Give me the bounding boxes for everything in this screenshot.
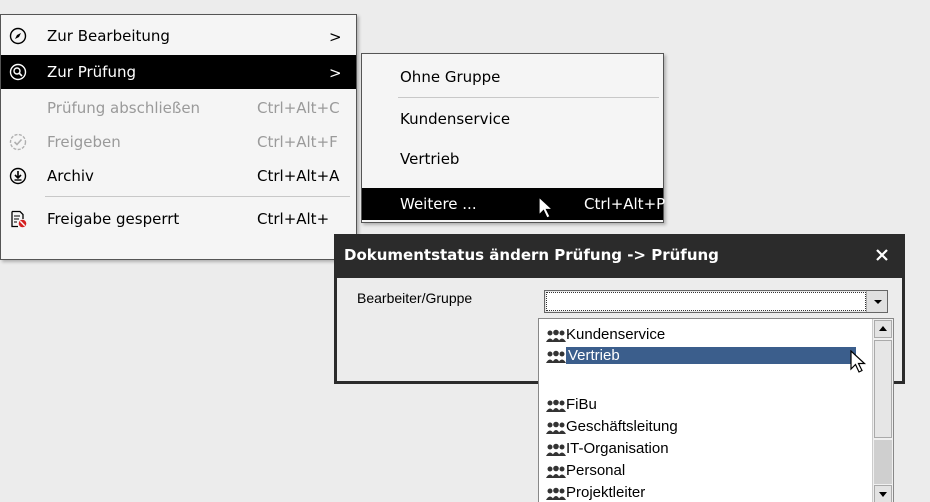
submenu-separator [398,97,659,98]
mouse-pointer-icon [850,350,867,373]
list-item[interactable]: Geschäftsleitung [541,417,871,438]
menu-item-freigeben[interactable]: Freigeben Ctrl+Alt+F [1,125,356,159]
submenu-item-kundenservice[interactable]: Kundenservice [362,103,663,135]
list-item-label: IT-Organisation [566,440,669,457]
list-item-label: Geschäftsleitung [566,418,678,435]
dropdown-scrollbar[interactable] [872,319,893,502]
chevron-down-icon[interactable] [866,291,887,312]
group-icon [546,421,566,434]
group-icon [546,329,566,342]
menu-item-label: Zur Bearbeitung [47,27,170,45]
group-icon [546,465,566,478]
submenu-item-label: Ohne Gruppe [400,68,501,86]
menu-item-freigabe-gesperrt[interactable]: Freigabe gesperrt Ctrl+Alt+ [1,202,356,236]
bearbeiter-gruppe-combobox[interactable] [544,290,888,313]
close-icon[interactable] [870,243,894,267]
menu-item-label: Freigabe gesperrt [47,210,180,228]
group-icon [546,487,566,500]
list-item[interactable]: Personal [541,461,871,482]
mouse-pointer-icon [538,196,555,219]
menu-item-zur-bearbeitung[interactable]: Zur Bearbeitung > [1,19,356,53]
field-label-bearbeiter-gruppe: Bearbeiter/Gruppe [357,290,473,306]
list-item-label: Projektleiter [566,484,646,501]
combobox-value[interactable] [546,292,866,311]
list-item-label: Personal [566,462,626,479]
list-item[interactable]: IT-Organisation [541,439,871,460]
context-menu: Zur Bearbeitung > Zur Prüfung > Prüfung … [0,14,357,260]
locked-document-icon [11,210,27,228]
menu-item-shortcut: Ctrl+Alt+F [257,133,338,151]
submenu-item-shortcut: Ctrl+Alt+P [584,195,666,213]
compass-icon [9,27,27,45]
scrollbar-track[interactable] [874,440,892,484]
group-icon [546,350,566,363]
group-icon [546,443,566,456]
submenu-zur-pruefung: Ohne Gruppe Kundenservice Vertrieb Weite… [361,53,666,223]
submenu-item-ohne-gruppe[interactable]: Ohne Gruppe [362,61,663,93]
dialog-titlebar: Dokumentstatus ändern Prüfung -> Prüfung [334,234,905,278]
review-icon [9,63,27,81]
scroll-down-arrow-icon[interactable] [874,485,892,502]
dialog-title: Dokumentstatus ändern Prüfung -> Prüfung [344,246,719,264]
chevron-right-icon: > [329,64,342,82]
submenu-item-weitere[interactable]: Weitere ... Ctrl+Alt+P [362,188,666,220]
archive-icon [9,167,27,185]
scroll-up-arrow-icon[interactable] [874,320,892,338]
list-item-empty[interactable] [541,367,871,388]
menu-item-label: Freigeben [47,133,121,151]
list-item[interactable]: Kundenservice [541,325,871,346]
list-item-label: FiBu [566,396,597,413]
menu-item-label: Archiv [47,167,94,185]
group-dropdown-list: Kundenservice Vertrieb FiBu Geschäftslei… [538,318,894,502]
list-item-label: Kundenservice [566,326,666,343]
menu-separator [45,196,350,197]
submenu-item-label: Weitere ... [400,195,477,213]
menu-item-label: Zur Prüfung [47,63,136,81]
chevron-right-icon: > [329,28,342,46]
submenu-item-vertrieb[interactable]: Vertrieb [362,143,663,175]
menu-item-archiv[interactable]: Archiv Ctrl+Alt+A [1,159,356,193]
menu-item-shortcut: Ctrl+Alt+A [257,167,340,185]
menu-item-zur-pruefung[interactable]: Zur Prüfung > [1,55,356,89]
list-item-label: Vertrieb [566,347,856,364]
approve-check-icon [9,133,27,151]
group-icon [546,399,566,412]
menu-item-label: Prüfung abschließen [47,99,201,117]
list-item-selected[interactable]: Vertrieb [541,346,871,367]
menu-item-shortcut: Ctrl+Alt+ [257,210,330,228]
menu-item-pruefung-abschliessen[interactable]: Prüfung abschließen Ctrl+Alt+C [1,91,356,125]
submenu-item-label: Vertrieb [400,150,460,168]
list-item[interactable]: Projektleiter [541,483,871,502]
list-item[interactable]: FiBu [541,395,871,416]
scrollbar-thumb[interactable] [874,340,892,438]
menu-item-shortcut: Ctrl+Alt+C [257,99,340,117]
submenu-item-label: Kundenservice [400,110,511,128]
